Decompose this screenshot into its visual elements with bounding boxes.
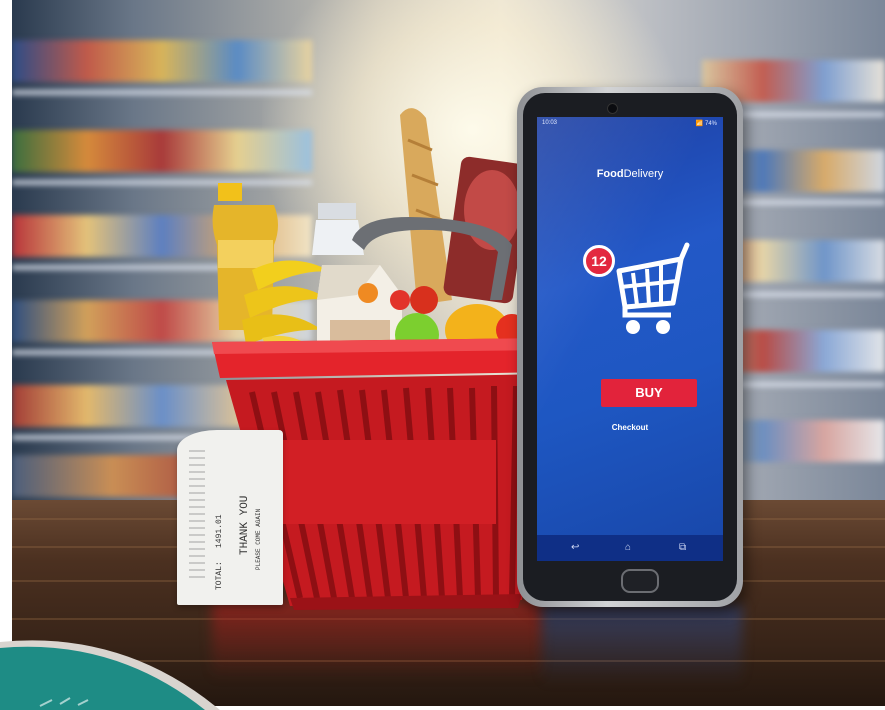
receipt: THANK YOU PLEASE COME AGAIN TOTAL: 1491.…	[177, 430, 283, 605]
teal-corner-shape	[0, 640, 220, 710]
checkout-link[interactable]: Checkout	[537, 423, 723, 432]
receipt-total-value: 1491.01	[215, 514, 224, 548]
app-title-bold: Food	[596, 168, 624, 180]
cart-badge-count: 12	[591, 253, 607, 269]
app-title: FoodDelivery	[537, 168, 723, 180]
cart-badge: 12	[583, 245, 615, 277]
grocery-scene: THANK YOU PLEASE COME AGAIN TOTAL: 1491.…	[12, 0, 885, 706]
smartphone: 10:03 📶 74% FoodDelivery 12 BUY Checkout…	[517, 87, 743, 607]
receipt-thank-you: THANK YOU	[239, 495, 251, 555]
milk-bottle	[312, 203, 364, 255]
receipt-come-again: PLEASE COME AGAIN	[255, 508, 262, 570]
status-bar: 10:03 📶 74%	[537, 117, 723, 131]
recents-icon[interactable]: ⧉	[679, 542, 686, 553]
phone-screen: 10:03 📶 74% FoodDelivery 12 BUY Checkout…	[537, 117, 723, 561]
buy-button[interactable]: BUY	[601, 379, 697, 407]
app-title-rest: Delivery	[623, 168, 664, 180]
receipt-total-label: TOTAL:	[215, 561, 224, 590]
android-nav-bar: ↩ ⌂ ⧉	[537, 535, 723, 561]
status-icons: 📶 74%	[695, 121, 717, 127]
receipt-line-items	[189, 450, 205, 580]
phone-bezel: 10:03 📶 74% FoodDelivery 12 BUY Checkout…	[523, 93, 737, 601]
back-icon[interactable]: ↩	[571, 542, 579, 553]
shopping-cart-icon	[616, 242, 690, 334]
shopping-basket-illustration	[212, 108, 552, 610]
status-time: 10:03	[542, 120, 558, 126]
front-camera-icon	[607, 103, 618, 114]
home-icon[interactable]: ⌂	[625, 542, 631, 553]
baguette	[400, 108, 452, 305]
physical-home-button[interactable]	[621, 569, 659, 593]
